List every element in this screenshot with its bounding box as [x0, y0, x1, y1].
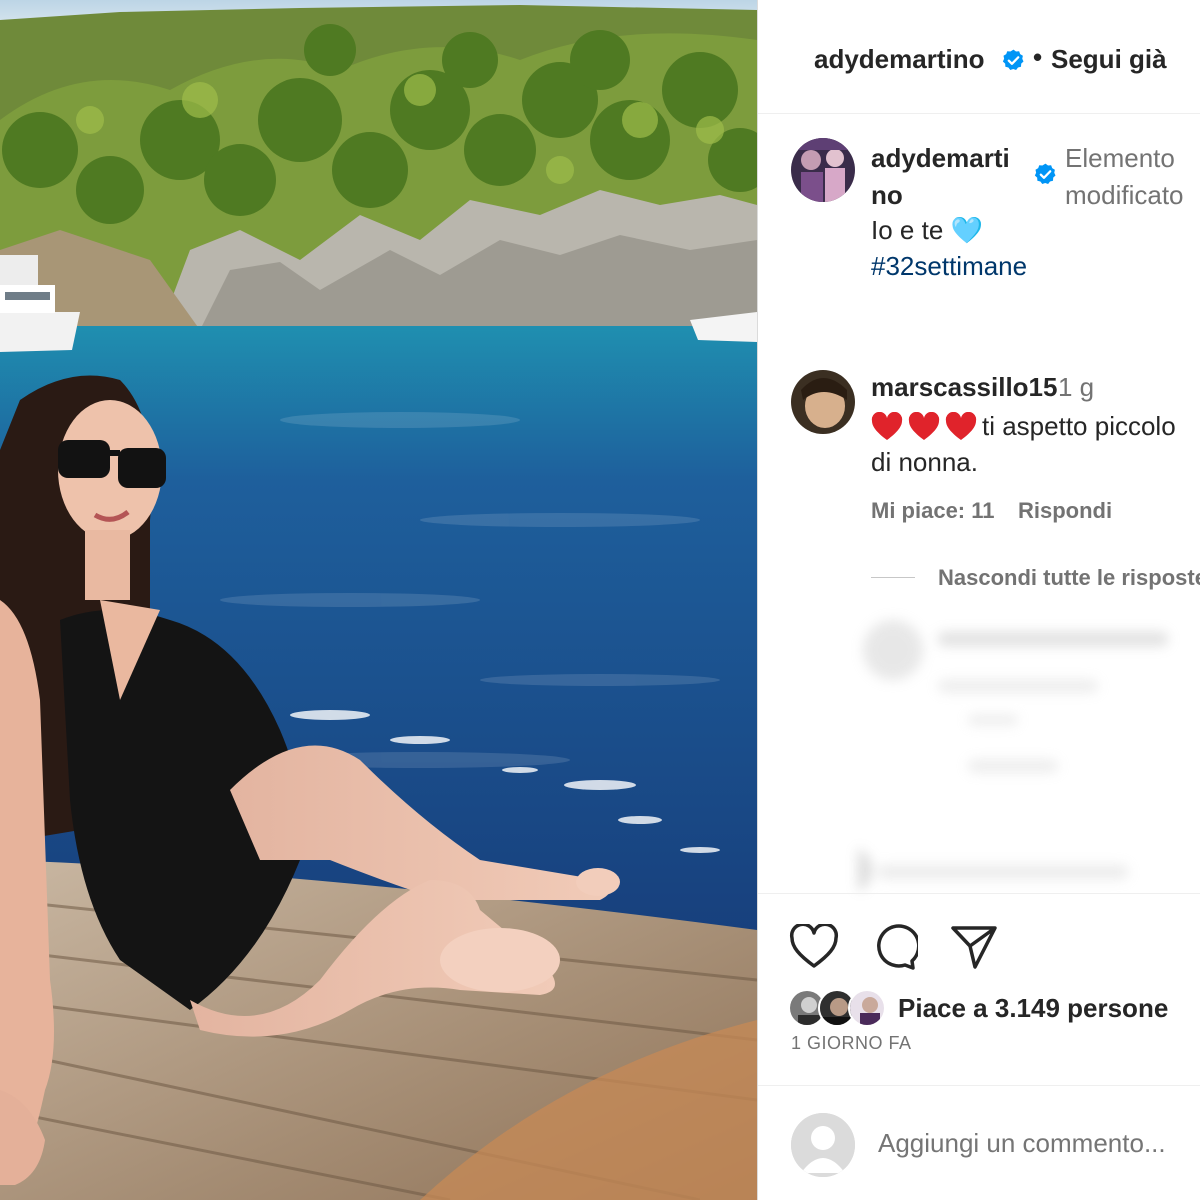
photo-scene — [0, 0, 757, 1200]
header-separator: • — [1033, 42, 1043, 72]
comment-text: ti aspetto piccolo — [982, 411, 1176, 441]
comment-divider — [758, 1085, 1200, 1086]
share-button[interactable] — [948, 921, 1000, 973]
caption-text: Io e te 🩵 — [871, 215, 983, 245]
likes-count[interactable]: Piace a 3.149 persone — [898, 993, 1168, 1024]
heart-emoji-icon — [945, 411, 977, 440]
heart-emoji-icon — [871, 411, 903, 440]
verified-badge-icon — [1002, 49, 1024, 70]
header-username[interactable]: adydemartino — [814, 44, 985, 75]
author-avatar[interactable] — [791, 138, 855, 202]
like-button[interactable] — [788, 921, 840, 973]
post-actions — [788, 922, 1028, 972]
add-comment-input[interactable] — [878, 1128, 1200, 1159]
post-header: adydemartino • Segui già — [758, 0, 1200, 114]
heart-emoji-icon — [908, 411, 940, 440]
like-icon — [789, 924, 839, 968]
comment-button[interactable] — [868, 921, 920, 973]
comment-text-line: ti aspetto piccolo — [871, 408, 1176, 445]
likes-summary[interactable]: Piace a 3.149 persone — [788, 987, 1168, 1029]
comment-icon — [877, 924, 918, 970]
comment-username[interactable]: marscassillo15 — [871, 372, 1057, 403]
blurred-replies — [858, 620, 1168, 890]
commenter-avatar[interactable] — [791, 370, 855, 434]
comment-text-continued: di nonna. — [871, 447, 978, 477]
post-sidebar: adydemartino • Segui già adydemartino El… — [757, 0, 1200, 1200]
edited-label: Elemento modificato — [1065, 143, 1184, 210]
commenter-avatar-image — [791, 370, 855, 434]
current-user-avatar — [791, 1113, 855, 1177]
caption-username[interactable]: adydemartino — [871, 140, 1021, 214]
replies-divider — [871, 577, 915, 578]
post-photo[interactable] — [0, 0, 757, 1200]
liker-avatar — [848, 989, 886, 1027]
following-button[interactable]: Segui già — [1051, 44, 1167, 75]
comment-time: 1 g — [1058, 372, 1095, 402]
hide-replies-button[interactable]: Nascondi tutte le risposte — [938, 565, 1200, 591]
likers-avatars — [788, 987, 892, 1029]
verified-badge-icon — [1034, 163, 1056, 184]
comment-like-count[interactable]: Mi piace: 11 — [871, 498, 995, 524]
post-date[interactable]: 1 GIORNO FA — [791, 1033, 912, 1054]
caption-hashtag[interactable]: #32settimane — [871, 248, 1027, 285]
author-avatar-image — [791, 138, 855, 202]
default-avatar-icon — [791, 1113, 855, 1177]
comment-reply-button[interactable]: Rispondi — [1018, 498, 1112, 524]
actions-divider — [758, 893, 1200, 894]
share-icon — [951, 926, 997, 969]
